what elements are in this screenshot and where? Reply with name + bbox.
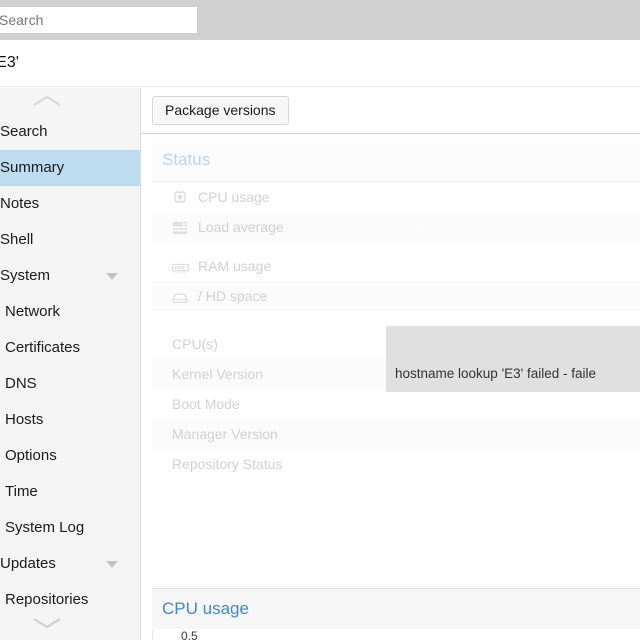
status-row-label: / HD space — [198, 288, 268, 304]
status-row-label: Repository Status — [172, 456, 283, 472]
sidebar-item-network[interactable]: Network — [0, 294, 140, 330]
sidebar-scroll-down[interactable] — [0, 610, 140, 636]
page-title: 'E3' — [0, 54, 20, 71]
sidebar-item-label: Search — [0, 123, 48, 140]
status-row-label: Load average — [198, 219, 284, 235]
server-list-icon — [172, 221, 192, 235]
memory-ram-icon — [172, 263, 192, 274]
status-row-label: Kernel Version — [172, 366, 264, 382]
status-row-value: ··· — [407, 222, 425, 232]
status-row-label: Boot Mode — [172, 396, 240, 412]
status-row: Load average ··· — [152, 212, 640, 242]
sidebar-navigation[interactable]: Search Summary Notes Shell System Network Cert… — [0, 88, 141, 640]
sidebar-item-label: DNS — [5, 375, 37, 392]
status-row-label: Manager Version — [172, 426, 278, 442]
hard-disk-icon — [172, 292, 192, 304]
status-row: Repository Status — [152, 449, 640, 479]
sidebar-item-system[interactable]: System — [0, 258, 140, 294]
sidebar-scroll-up[interactable] — [0, 88, 140, 114]
sidebar-item-label: Notes — [0, 195, 40, 212]
sidebar-item-updates[interactable]: Updates — [0, 546, 140, 582]
content-toolbar: Package versions — [142, 88, 640, 134]
status-panel-title: Status — [152, 138, 640, 182]
top-toolbar — [0, 0, 640, 40]
sidebar-item-summary[interactable]: Summary — [0, 150, 140, 186]
sidebar-item-time[interactable]: Time — [0, 474, 140, 510]
sidebar-item-label: Network — [5, 303, 61, 320]
sidebar-item-options[interactable]: Options — [0, 438, 140, 474]
sidebar-item-shell[interactable]: Shell — [0, 222, 140, 258]
hostname-lookup-tooltip: hostname lookup 'E3' failed - faile — [386, 326, 640, 392]
status-row: Boot Mode — [152, 389, 640, 419]
sidebar-item-label: Hosts — [5, 411, 44, 428]
chevron-down-icon[interactable] — [106, 273, 118, 280]
sidebar-item-label: Options — [5, 447, 57, 464]
sidebar-item-list: Search Summary Notes Shell System Network Cert… — [0, 114, 140, 618]
sidebar-item-label: Time — [5, 483, 38, 500]
status-row: RAM usage — [152, 251, 640, 281]
sidebar-item-dns[interactable]: DNS — [0, 366, 140, 402]
title-bar — [0, 40, 640, 87]
sidebar-item-label: Shell — [0, 231, 34, 248]
cpu-usage-chart-area[interactable]: 0.5 — [152, 629, 640, 640]
search-input[interactable] — [0, 6, 198, 34]
sidebar-item-hosts[interactable]: Hosts — [0, 402, 140, 438]
chevron-down-icon[interactable] — [106, 561, 118, 568]
application-window: 'E3' Search Summary Notes Shell System Networ… — [0, 0, 640, 640]
sidebar-item-label: Updates — [0, 555, 56, 572]
sidebar-item-system-log[interactable]: System Log — [0, 510, 140, 546]
sidebar-item-search[interactable]: Search — [0, 114, 140, 150]
sidebar-item-label: Summary — [0, 159, 65, 176]
sidebar-item-label: System Log — [5, 519, 85, 536]
chart-y-axis-tick: 0.5 — [181, 629, 198, 640]
status-row-label: CPU(s) — [172, 336, 218, 352]
status-panel: Status CPU usage Load average ··· RAM usage… — [152, 138, 640, 479]
cpu-chip-icon — [172, 189, 192, 205]
chevron-down-icon — [33, 617, 61, 629]
status-row-spacer — [152, 242, 640, 251]
status-row-label: CPU usage — [198, 189, 270, 205]
sidebar-item-label: System — [0, 267, 51, 284]
tooltip-message: hostname lookup 'E3' failed - faile — [395, 366, 597, 381]
status-row-label: RAM usage — [198, 258, 272, 274]
package-versions-button[interactable]: Package versions — [152, 96, 289, 125]
status-row: / HD space — [152, 281, 640, 311]
cpu-usage-chart-panel: CPU usage 0.5 — [152, 588, 640, 640]
sidebar-item-label: Certificates — [5, 339, 81, 356]
chevron-up-icon — [33, 95, 61, 107]
cpu-usage-chart-title: CPU usage — [152, 589, 640, 629]
status-row: CPU usage — [152, 182, 640, 212]
sidebar-item-notes[interactable]: Notes — [0, 186, 140, 222]
status-row: Manager Version — [152, 419, 640, 449]
sidebar-item-certificates[interactable]: Certificates — [0, 330, 140, 366]
